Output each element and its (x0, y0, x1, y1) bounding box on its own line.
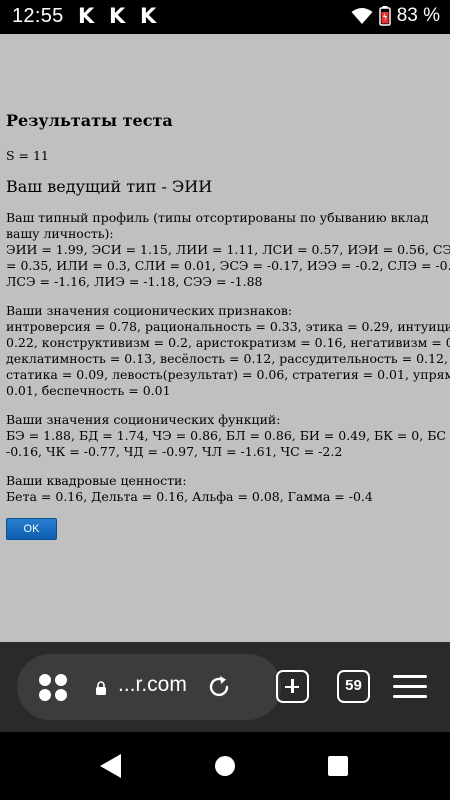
notification-k-icon: K (109, 4, 126, 28)
wifi-icon (351, 8, 373, 24)
text-line: статика = 0.09, левость(результат) = 0.0… (6, 367, 450, 382)
lead-type: Ваш ведущий тип - ЭИИ (6, 177, 213, 196)
functions-block: Ваши значения соционических функций: БЭ … (6, 412, 450, 460)
text-line: Ваши квадровые ценности: (6, 473, 187, 488)
page-title: Результаты теста (6, 111, 173, 130)
site-menu-dots-icon[interactable] (39, 674, 69, 702)
lock-icon (96, 681, 106, 695)
text-line: 0.22, конструктивизм = 0.2, аристократиз… (6, 335, 450, 350)
text-line: Ваш типный профиль (типы отсортированы п… (6, 210, 429, 225)
text-line: БЭ = 1.88, БД = 1.74, ЧЭ = 0.86, БЛ = 0.… (6, 428, 450, 443)
new-tab-plus-icon[interactable] (276, 670, 309, 703)
text-line: ЭИИ = 1.99, ЭСИ = 1.15, ЛИИ = 1.11, ЛСИ … (6, 242, 450, 257)
battery-icon (378, 6, 391, 26)
status-right: 83 % (351, 5, 440, 27)
text-line: вашу личность): (6, 226, 114, 241)
recent-apps-icon[interactable] (328, 756, 348, 776)
browser-toolbar: ...r.com 59 (0, 642, 450, 732)
address-bar[interactable]: ...r.com (17, 654, 281, 720)
url-text[interactable]: ...r.com (118, 673, 187, 697)
reload-icon[interactable] (206, 674, 232, 700)
hamburger-menu-icon[interactable] (393, 675, 427, 699)
text-line: 0.01, беспечность = 0.01 (6, 383, 171, 398)
text-line: деклатимность = 0.13, весёлость = 0.12, … (6, 351, 448, 366)
text-line: Ваши значения соционических функций: (6, 412, 281, 427)
text-line: интроверсия = 0.78, рациональность = 0.3… (6, 319, 450, 334)
score-value: S = 11 (6, 148, 49, 163)
text-line: Ваши значения соционических признаков: (6, 303, 293, 318)
text-line: ЛСЭ = -1.16, ЛИЭ = -1.18, СЭЭ = -1.88 (6, 274, 263, 289)
system-nav-bar (0, 732, 450, 800)
battery-percent: 83 % (396, 5, 440, 26)
text-line: = 0.35, ИЛИ = 0.3, СЛИ = 0.01, ЭСЭ = -0.… (6, 258, 450, 273)
back-icon[interactable] (100, 754, 121, 778)
notification-k-icon: K (78, 4, 95, 28)
traits-block: Ваши значения соционических признаков: и… (6, 303, 450, 399)
ok-button[interactable]: OK (6, 518, 57, 540)
text-line: Бета = 0.16, Дельта = 0.16, Альфа = 0.08… (6, 489, 373, 504)
text-line: -0.16, ЧК = -0.77, ЧД = -0.97, ЧЛ = -1.6… (6, 444, 343, 459)
quadra-block: Ваши квадровые ценности: Бета = 0.16, Де… (6, 473, 450, 505)
results-content: Результаты теста S = 11 Ваш ведущий тип … (6, 111, 450, 540)
web-page: Результаты теста S = 11 Ваш ведущий тип … (0, 34, 450, 642)
tabs-count-button[interactable]: 59 (337, 670, 370, 703)
home-icon[interactable] (215, 756, 235, 776)
notification-k-icon: K (140, 4, 157, 28)
status-bar: 12:55 K K K 83 % (0, 0, 450, 34)
status-time: 12:55 (12, 5, 64, 27)
type-profile-block: Ваш типный профиль (типы отсортированы п… (6, 210, 450, 290)
